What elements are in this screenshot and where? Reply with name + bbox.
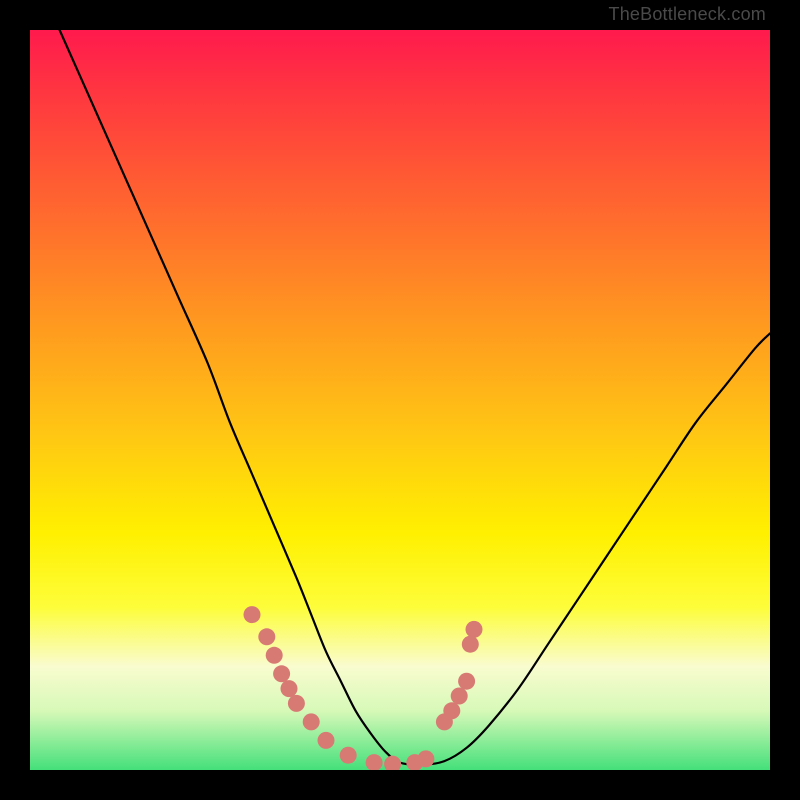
plot-area: [30, 30, 770, 770]
data-marker: [266, 647, 283, 664]
data-marker: [318, 732, 335, 749]
chart-frame: TheBottleneck.com: [0, 0, 800, 800]
marker-layer: [244, 606, 483, 770]
bottleneck-curve: [60, 30, 770, 765]
data-marker: [303, 713, 320, 730]
data-marker: [281, 680, 298, 697]
data-marker: [340, 747, 357, 764]
data-marker: [244, 606, 261, 623]
data-marker: [458, 673, 475, 690]
data-marker: [466, 621, 483, 638]
data-marker: [384, 756, 401, 770]
data-marker: [443, 702, 460, 719]
data-marker: [258, 628, 275, 645]
data-marker: [451, 688, 468, 705]
chart-svg: [30, 30, 770, 770]
data-marker: [288, 695, 305, 712]
curve-layer: [60, 30, 770, 765]
data-marker: [273, 665, 290, 682]
data-marker: [462, 636, 479, 653]
data-marker: [417, 750, 434, 767]
data-marker: [366, 754, 383, 770]
watermark-text: TheBottleneck.com: [609, 4, 766, 25]
